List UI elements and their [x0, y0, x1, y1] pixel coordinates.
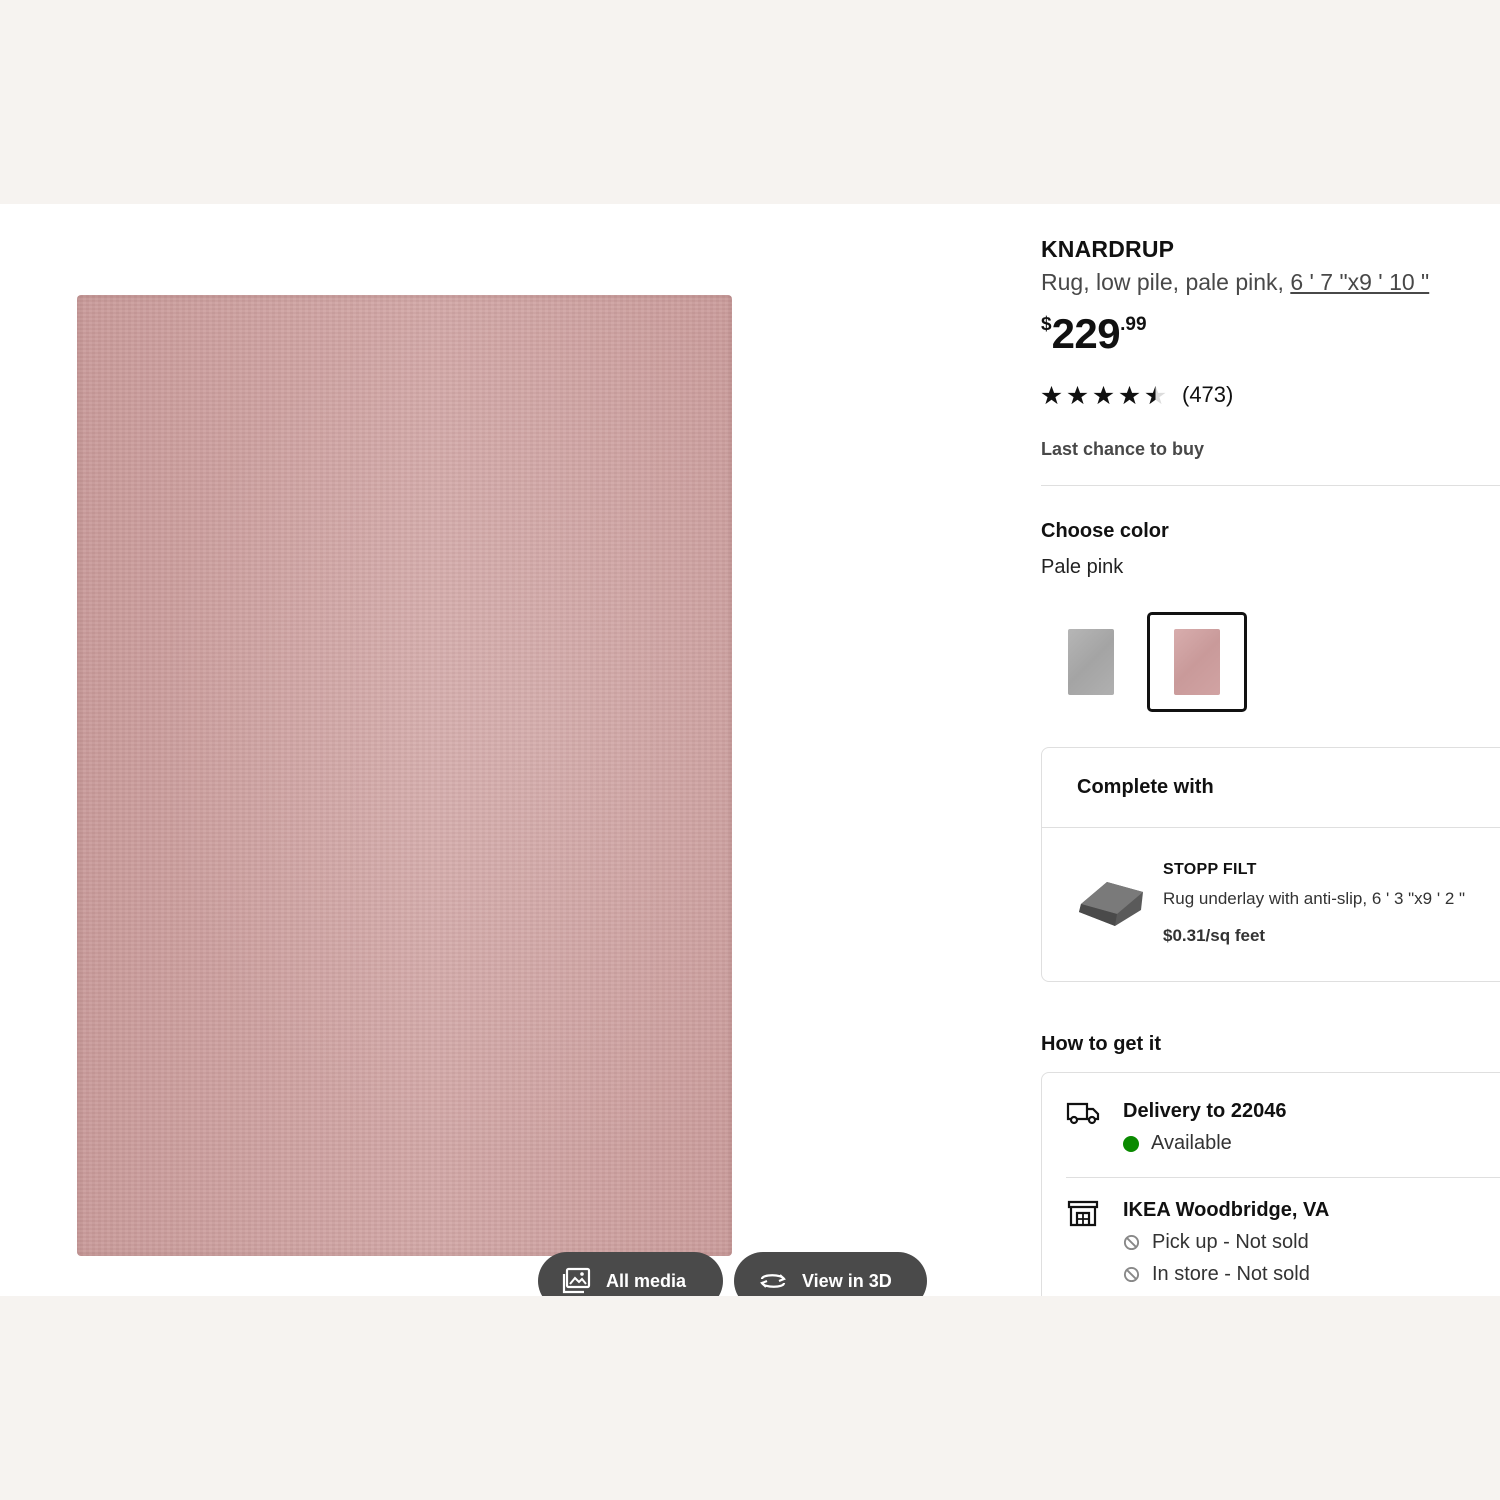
- price-integer: 229: [1051, 310, 1121, 357]
- rating-count: (473): [1182, 382, 1234, 407]
- related-item-description: Rug underlay with anti-slip, 6 ' 3 "x9 '…: [1163, 889, 1466, 908]
- product-image[interactable]: [77, 295, 732, 1256]
- star-icon: [1067, 385, 1088, 405]
- size-link[interactable]: 6 ' 7 "x9 ' 10 ": [1290, 269, 1429, 295]
- pink-rug-thumbnail: [1174, 629, 1220, 695]
- half-star-icon: [1145, 385, 1166, 405]
- how-to-get-heading: How to get it: [1041, 1033, 1161, 1055]
- in-store-status-text: In store - Not sold: [1152, 1263, 1310, 1285]
- in-store-status: In store - Not sold: [1123, 1263, 1310, 1286]
- divider: [1042, 827, 1500, 828]
- selected-color-name: Pale pink: [1041, 556, 1124, 578]
- store-icon: [1067, 1200, 1099, 1227]
- rotate-3d-icon: [760, 1274, 786, 1288]
- last-chance-notice: Last chance to buy: [1041, 439, 1205, 459]
- rating[interactable]: (473): [1041, 382, 1233, 408]
- rug-underlay-thumbnail[interactable]: [1077, 876, 1147, 928]
- price-currency: $: [1041, 314, 1052, 335]
- complete-with-heading: Complete with: [1077, 776, 1214, 798]
- product-description-text: Rug, low pile, pale pink,: [1041, 269, 1284, 295]
- store-title[interactable]: IKEA Woodbridge, VA: [1123, 1199, 1329, 1222]
- delivery-status: Available: [1123, 1132, 1232, 1155]
- available-dot-icon: [1123, 1135, 1139, 1152]
- not-available-icon: [1123, 1266, 1140, 1283]
- delivery-title[interactable]: Delivery to 22046: [1123, 1100, 1286, 1123]
- all-media-label: All media: [606, 1270, 687, 1291]
- color-option-grey[interactable]: [1041, 612, 1141, 712]
- price-decimal: .99: [1120, 314, 1147, 335]
- not-available-icon: [1123, 1234, 1140, 1251]
- gallery-icon: [562, 1267, 591, 1294]
- choose-color-heading: Choose color: [1041, 520, 1169, 542]
- rating-stars: [1041, 385, 1166, 405]
- star-icon: [1093, 385, 1114, 405]
- star-icon: [1041, 385, 1062, 405]
- product-panel: All media View in 3D KNARDRUP Rug, low p…: [0, 204, 1500, 1296]
- pickup-status-text: Pick up - Not sold: [1152, 1231, 1309, 1253]
- product-price: $229.99: [1041, 310, 1147, 358]
- related-item-name[interactable]: STOPP FILT: [1163, 861, 1257, 879]
- product-description: Rug, low pile, pale pink, 6 ' 7 "x9 ' 10…: [1041, 269, 1429, 296]
- star-icon: [1119, 385, 1140, 405]
- pickup-status: Pick up - Not sold: [1123, 1231, 1309, 1254]
- how-to-get-card: Delivery to 22046 Available IKEA Woodbri…: [1041, 1072, 1500, 1296]
- truck-icon: [1066, 1102, 1100, 1125]
- color-option-pale-pink[interactable]: [1147, 612, 1247, 712]
- divider: [1041, 485, 1500, 486]
- related-item-price: $0.31/sq feet: [1163, 926, 1266, 945]
- all-media-button[interactable]: All media: [538, 1252, 723, 1296]
- view-in-3d-button[interactable]: View in 3D: [734, 1252, 927, 1296]
- grey-rug-thumbnail: [1068, 629, 1114, 695]
- delivery-status-text: Available: [1151, 1132, 1232, 1154]
- product-name: KNARDRUP: [1041, 236, 1175, 262]
- divider: [1066, 1177, 1500, 1178]
- view-in-3d-label: View in 3D: [802, 1270, 892, 1291]
- complete-with-card: Complete with STOPP FILT Rug underlay wi…: [1041, 747, 1500, 982]
